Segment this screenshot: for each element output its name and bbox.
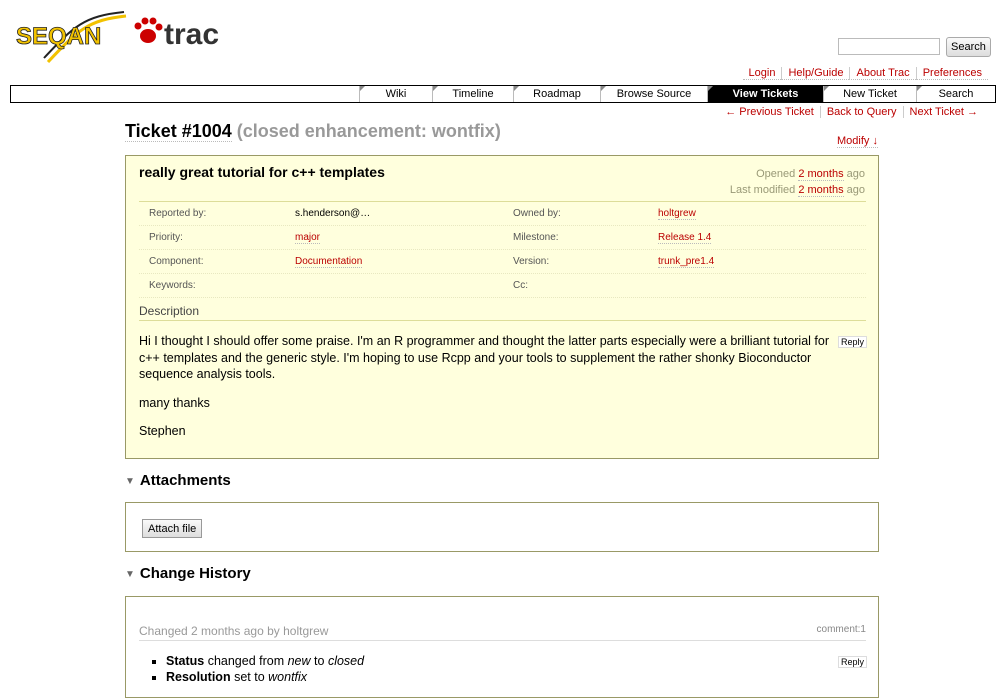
reported-by-value: s.henderson@… [295, 208, 371, 219]
ticket-dates: Opened 2 months ago Last modified 2 mont… [730, 166, 865, 198]
attach-file-button[interactable]: Attach file [142, 519, 203, 538]
back-to-query-link[interactable]: Back to Query [819, 106, 903, 118]
description-paragraph: many thanks [139, 395, 210, 410]
cc-label: Cc: [513, 280, 528, 291]
change-history-heading-text: Change History [139, 565, 251, 582]
milestone-link[interactable]: Release 1.4 [658, 232, 712, 244]
tab-timeline[interactable]: Timeline [432, 86, 513, 102]
collapse-triangle-icon: ▼ [125, 475, 135, 487]
paw-icon [134, 17, 163, 43]
property-row: Reported by: s.henderson@… Owned by: hol… [139, 202, 866, 226]
change-field: Status [166, 654, 205, 668]
component-link[interactable]: Documentation [295, 256, 363, 268]
change-item: Status changed from new to closed [166, 653, 364, 669]
preferences-link[interactable]: Preferences [915, 67, 988, 80]
attachments-box: Attach file [125, 502, 879, 552]
change-new-value: closed [327, 654, 365, 668]
change-list: Status changed from new to closed Resolu… [166, 653, 364, 685]
comment-number-link[interactable]: comment:1 [817, 624, 866, 635]
description-paragraph: Hi I thought I should offer some praise.… [139, 334, 829, 381]
tab-view-tickets[interactable]: View Tickets [707, 86, 823, 102]
tab-browse-source[interactable]: Browse Source [600, 86, 707, 102]
owned-by-label: Owned by: [513, 208, 561, 219]
property-row: Keywords: Cc: [139, 274, 866, 298]
meta-nav: Login Help/Guide About Trac Preferences [742, 67, 988, 80]
change-header-text: Changed 2 months ago by holtgrew [139, 624, 329, 638]
ticket-summary: really great tutorial for c++ templates [139, 164, 385, 180]
priority-label: Priority: [149, 232, 183, 243]
tab-search[interactable]: Search [916, 86, 995, 102]
search-input[interactable] [838, 38, 940, 55]
change-text: set to [234, 670, 265, 684]
component-label: Component: [149, 256, 204, 267]
reported-by-label: Reported by: [149, 208, 207, 219]
about-trac-link[interactable]: About Trac [849, 67, 916, 80]
priority-link[interactable]: major [295, 232, 321, 244]
ticket-number-link[interactable]: Ticket #1004 [125, 121, 232, 142]
modify-link[interactable]: Modify ↓ [837, 135, 878, 148]
version-link[interactable]: trunk_pre1.4 [658, 256, 715, 268]
property-row: Component: Documentation Version: trunk_… [139, 250, 866, 274]
seqan-trac-logo[interactable]: SEQAN trac [14, 6, 234, 66]
change-new-value: wontfix [268, 670, 308, 684]
attachments-heading-text: Attachments [139, 472, 231, 489]
main-nav: Wiki Timeline Roadmap Browse Source View… [10, 85, 996, 103]
change-field: Resolution [166, 670, 231, 684]
keywords-label: Keywords: [149, 280, 196, 291]
context-nav: ← Previous Ticket Back to Query Next Tic… [719, 106, 984, 118]
tab-wiki[interactable]: Wiki [359, 86, 432, 102]
description-heading: Description [139, 304, 866, 321]
milestone-label: Milestone: [513, 232, 559, 243]
opened-link[interactable]: 2 months [798, 168, 844, 181]
change-history-heading[interactable]: ▼ Change History [125, 565, 251, 582]
reply-button[interactable]: Reply [838, 656, 868, 668]
property-row: Priority: major Milestone: Release 1.4 [139, 226, 866, 250]
next-ticket-link[interactable]: Next Ticket → [902, 106, 984, 118]
change-header: Changed 2 months ago by holtgrew comment… [139, 624, 866, 641]
change-history-box: Changed 2 months ago by holtgrew comment… [125, 596, 879, 698]
ticket-box: really great tutorial for c++ templates … [125, 155, 879, 459]
ticket-status: (closed enhancement: wontfix) [236, 121, 501, 141]
modified-label: Last modified [729, 184, 796, 196]
tab-roadmap[interactable]: Roadmap [513, 86, 600, 102]
previous-ticket-link[interactable]: ← Previous Ticket [719, 106, 820, 118]
change-item: Resolution set to wontfix [166, 669, 364, 685]
version-label: Version: [513, 256, 550, 267]
owned-by-link[interactable]: holtgrew [658, 208, 696, 220]
description-body: Hi I thought I should offer some praise.… [139, 333, 839, 452]
tab-new-ticket[interactable]: New Ticket [823, 86, 916, 102]
login-link[interactable]: Login [742, 67, 782, 80]
opened-label: Opened [756, 168, 796, 180]
change-old-value: new [287, 654, 311, 668]
logo-trac-text: trac [164, 18, 219, 51]
ticket-properties: Reported by: s.henderson@… Owned by: hol… [139, 201, 866, 298]
change-text: changed from [207, 654, 285, 668]
help-guide-link[interactable]: Help/Guide [781, 67, 850, 80]
modified-link[interactable]: 2 months [798, 184, 844, 197]
change-text: to [314, 654, 325, 668]
collapse-triangle-icon: ▼ [125, 568, 135, 580]
page-title: Ticket #1004 (closed enhancement: wontfi… [125, 121, 501, 142]
opened-suffix: ago [846, 168, 865, 180]
reply-button[interactable]: Reply [838, 336, 868, 348]
description-paragraph: Stephen [139, 424, 186, 438]
modified-suffix: ago [846, 184, 865, 196]
search-button[interactable]: Search [946, 37, 991, 57]
attachments-heading[interactable]: ▼ Attachments [125, 472, 231, 489]
logo-seqan-text: SEQAN [16, 23, 101, 50]
